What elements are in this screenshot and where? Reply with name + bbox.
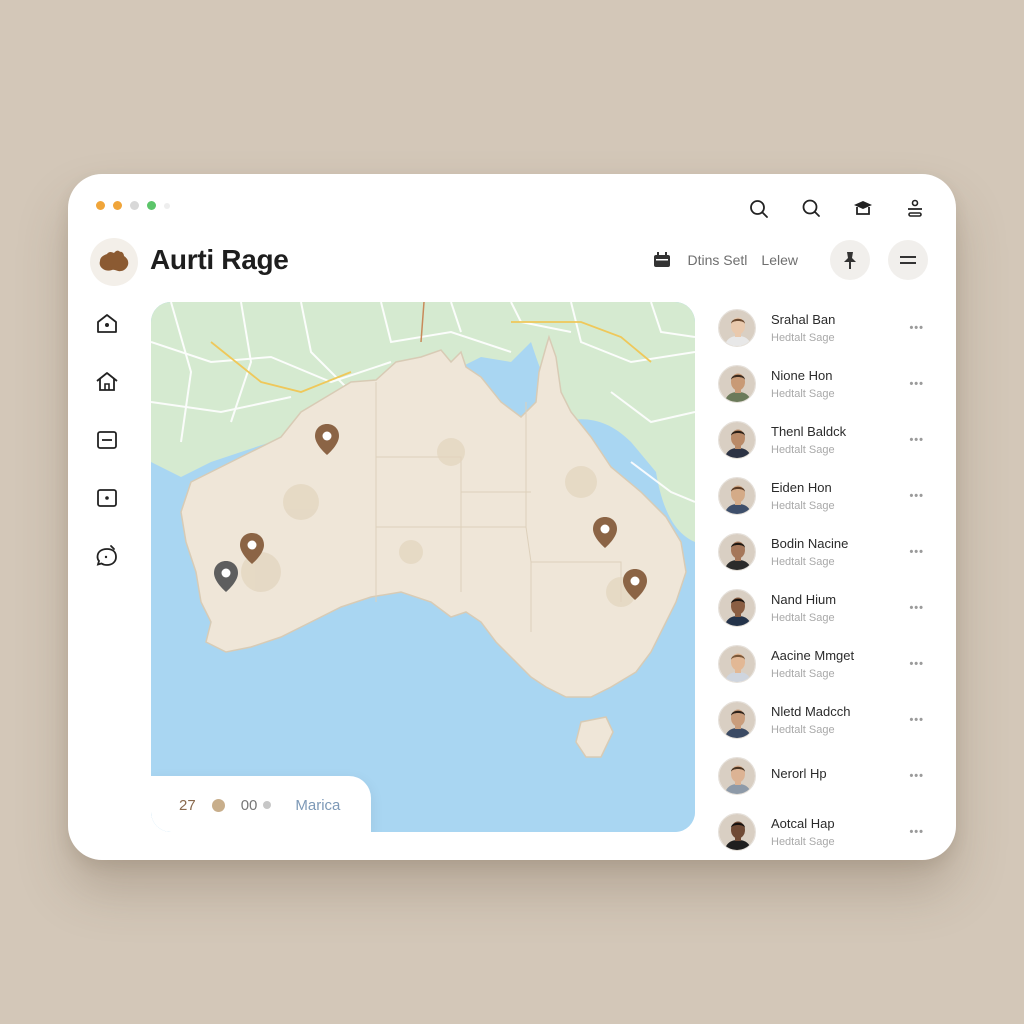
person-name: Nletd Madcch [771,704,851,719]
minimize-dot[interactable] [113,201,122,210]
person-name: Nione Hon [771,368,833,383]
map-view[interactable]: 27 00 Marica [151,302,695,832]
person-row[interactable]: Bodin Nacine Hedtalt Sage ••• [718,524,938,580]
person-row[interactable]: Nerorl Hp ••• [718,748,938,804]
person-row[interactable]: Nletd Madcch Hedtalt Sage ••• [718,692,938,748]
person-row[interactable]: Nione Hon Hedtalt Sage ••• [718,356,938,412]
more-options-icon[interactable]: ••• [909,546,924,558]
person-subtitle: Hedtalt Sage [771,724,835,736]
person-name: Aacine Mmget [771,648,855,663]
view-link[interactable]: Lelew [761,252,798,268]
person-subtitle: Hedtalt Sage [771,444,835,456]
pushpin-icon [844,252,856,269]
extra-dot[interactable] [147,201,156,210]
avatar [718,365,756,403]
chat-bubble-icon[interactable] [94,544,120,568]
avatar [718,645,756,683]
home-dot-icon[interactable] [94,312,120,336]
pin-button[interactable] [830,240,870,280]
person-text: Srahal Ban Hedtalt Sage [771,312,835,344]
minus-box-icon[interactable] [94,428,120,452]
person-text: Eiden Hon Hedtalt Sage [771,480,835,512]
person-text: Nletd Madcch Hedtalt Sage [771,704,850,736]
app-window: Aurti Rage Dtins Setl Lelew 27 00 Marica… [68,174,956,860]
person-name: Aotcal Hap [771,816,835,831]
more-options-icon[interactable]: ••• [909,826,924,838]
person-text: Nand Hium Hedtalt Sage [771,592,836,624]
app-title: Aurti Rage [150,244,289,275]
more-options-icon[interactable]: ••• [909,602,924,614]
zoom-dot[interactable] [130,201,139,210]
sidebar [94,312,120,568]
avatar [718,757,756,795]
person-row[interactable]: Aacine Mmget Hedtalt Sage ••• [718,636,938,692]
close-dot[interactable] [96,201,105,210]
graduation-cap-icon[interactable] [848,194,878,224]
person-text: Aacine Mmget Hedtalt Sage [771,648,854,680]
more-options-icon[interactable]: ••• [909,770,924,782]
window-controls [96,201,170,210]
header-actions: Dtins Setl Lelew [653,240,928,280]
avatar [718,477,756,515]
calendar-icon[interactable] [653,252,671,268]
person-row[interactable]: Thenl Baldck Hedtalt Sage ••• [718,412,938,468]
menu-button[interactable] [888,240,928,280]
person-row[interactable]: Nand Hium Hedtalt Sage ••• [718,580,938,636]
app-logo [90,238,138,286]
search-alt-icon[interactable] [796,194,826,224]
gray-dot-icon [263,801,272,809]
person-text: Bodin Nacine Hedtalt Sage [771,536,848,568]
person-name: Bodin Nacine [771,536,849,551]
person-name: Srahal Ban [771,312,836,327]
avatar [718,533,756,571]
person-name: Nand Hium [771,592,837,607]
filter-link[interactable]: Dtins Setl [687,252,747,268]
person-subtitle: Hedtalt Sage [771,836,835,848]
avatar [718,421,756,459]
person-subtitle: Hedtalt Sage [771,388,835,400]
more-options-icon[interactable]: ••• [909,714,924,726]
person-row[interactable]: Aotcal Hap Hedtalt Sage ••• [718,804,938,860]
person-text: Nione Hon Hedtalt Sage [771,368,835,400]
settings-icon[interactable] [900,194,930,224]
brown-dot-icon [211,798,225,812]
person-subtitle: Hedtalt Sage [771,500,835,512]
person-text: Aotcal Hap Hedtalt Sage [771,816,835,848]
avatar [718,589,756,627]
map-summary-pill[interactable]: 27 00 Marica [151,776,371,832]
pin-count: 27 [179,796,196,814]
place-label[interactable]: Marica [295,797,340,814]
more-options-icon[interactable]: ••• [909,378,924,390]
person-subtitle: Hedtalt Sage [771,556,835,568]
more-options-icon[interactable]: ••• [909,434,924,446]
avatar [718,309,756,347]
person-text: Thenl Baldck Hedtalt Sage [771,424,846,456]
person-subtitle: Hedtalt Sage [771,332,835,344]
more-options-icon[interactable]: ••• [909,322,924,334]
person-row[interactable]: Srahal Ban Hedtalt Sage ••• [718,300,938,356]
value-readout: 00 [240,796,258,814]
avatar [718,813,756,851]
person-name: Nerorl Hp [771,766,827,781]
house-icon[interactable] [94,370,120,394]
inactive-dot [164,202,170,209]
person-subtitle: Hedtalt Sage [771,668,835,680]
person-text: Nerorl Hp [771,766,827,786]
person-name: Eiden Hon [771,480,832,495]
menu-icon [900,256,916,264]
person-name: Thenl Baldck [771,424,847,439]
more-options-icon[interactable]: ••• [909,658,924,670]
person-row[interactable]: Eiden Hon Hedtalt Sage ••• [718,468,938,524]
more-options-icon[interactable]: ••• [909,490,924,502]
top-toolbar [744,194,930,224]
dot-box-icon[interactable] [94,486,120,510]
person-subtitle: Hedtalt Sage [771,612,835,624]
avatar [718,701,756,739]
search-icon[interactable] [744,194,774,224]
people-list: Srahal Ban Hedtalt Sage ••• Nione Hon He… [718,300,938,860]
